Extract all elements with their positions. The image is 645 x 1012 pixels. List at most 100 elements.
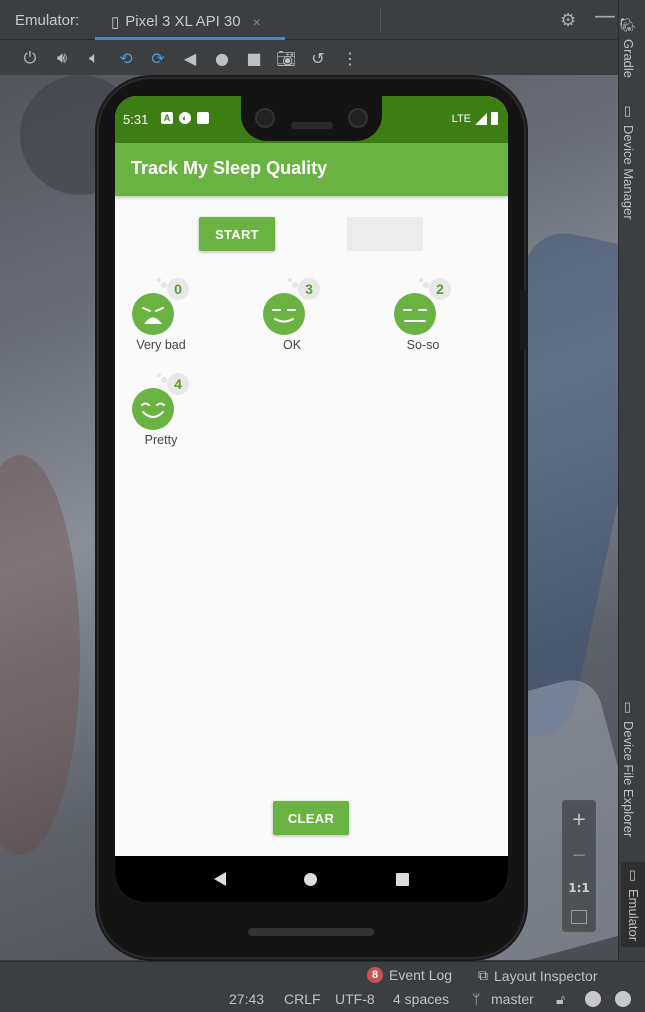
caret-position[interactable]: 27:43 bbox=[229, 991, 264, 1007]
phone-icon: ▯ bbox=[621, 104, 636, 119]
night-count-badge: 4 bbox=[167, 373, 189, 395]
phone-icon: ▯ bbox=[621, 700, 636, 715]
night-count-badge: 3 bbox=[298, 278, 320, 300]
face-very-bad-icon bbox=[132, 293, 174, 335]
back-icon[interactable]: ◀ bbox=[174, 44, 206, 72]
sad-feedback-icon[interactable] bbox=[615, 991, 631, 1007]
right-tool-strip: 🐘︎ Gradle ▯ Device Manager ▯ Device File… bbox=[618, 0, 645, 960]
layout-inspector-button[interactable]: ⧉ Layout Inspector bbox=[478, 967, 598, 984]
emulator-toolbar: ⏻ 🔊︎ 🔈︎ ⟲ ⟳ ◀ ● ■ 📷︎ ↺ ⋮ bbox=[0, 41, 618, 75]
app-bar: Track My Sleep Quality bbox=[115, 143, 508, 196]
emulator-panel-header: Emulator: ▯ Pixel 3 XL API 30 × ⚙ — bbox=[0, 0, 618, 40]
zoom-in-button[interactable]: + bbox=[571, 809, 586, 830]
status-notification-icons: A ◐ bbox=[161, 112, 209, 124]
layout-inspector-icon: ⧉ bbox=[478, 967, 488, 983]
sd-card-icon bbox=[197, 112, 209, 124]
notification-app-icon: ◐ bbox=[179, 112, 191, 124]
sleep-night-item[interactable]: 2 So-so bbox=[377, 278, 497, 358]
lock-icon[interactable]: 🔓︎ bbox=[556, 991, 565, 1008]
app-title: Track My Sleep Quality bbox=[131, 158, 328, 178]
snapshot-icon[interactable]: ↺ bbox=[302, 44, 334, 72]
tab-device[interactable]: ▯ Pixel 3 XL API 30 × bbox=[95, 6, 285, 40]
happy-feedback-icon[interactable] bbox=[585, 991, 601, 1007]
ide-status-bar: 27:43 CRLF UTF-8 4 spaces ᛘ master 🔓︎ bbox=[0, 988, 645, 1012]
nav-back-icon[interactable] bbox=[214, 872, 227, 886]
sleep-bubble bbox=[288, 278, 292, 282]
night-quality-label: Very bad bbox=[136, 338, 186, 352]
rotate-right-icon[interactable]: ⟳ bbox=[142, 44, 174, 72]
sleep-bubble bbox=[157, 278, 161, 282]
overview-icon[interactable]: ■ bbox=[238, 44, 270, 72]
status-system-icons: LTE bbox=[452, 112, 498, 125]
phone-side-button bbox=[520, 290, 526, 350]
zoom-fit-icon[interactable] bbox=[571, 909, 587, 924]
tab-close-icon[interactable]: × bbox=[253, 14, 261, 30]
nav-recents-icon[interactable] bbox=[395, 872, 409, 886]
indent-setting[interactable]: 4 spaces bbox=[393, 991, 449, 1007]
face-pretty-icon bbox=[132, 388, 174, 430]
night-count-badge: 0 bbox=[167, 278, 189, 300]
git-branch[interactable]: master bbox=[491, 991, 534, 1007]
rotate-left-icon[interactable]: ⟲ bbox=[110, 44, 142, 72]
clear-button[interactable]: CLEAR bbox=[273, 801, 349, 835]
event-log-button[interactable]: 8 Event Log bbox=[367, 967, 452, 983]
tool-emulator-label: Emulator bbox=[626, 889, 641, 942]
front-camera bbox=[348, 108, 368, 128]
event-count-badge: 8 bbox=[367, 967, 383, 983]
face-so-so-icon bbox=[394, 293, 436, 335]
background-shape bbox=[0, 455, 80, 855]
status-time: 5:31 bbox=[123, 112, 149, 127]
tool-device-file-explorer-label: Device File Explorer bbox=[621, 721, 636, 838]
signal-icon bbox=[475, 112, 487, 125]
panel-label: Emulator: bbox=[15, 12, 80, 29]
screenshot-icon[interactable]: 📷︎ bbox=[270, 44, 302, 72]
file-encoding[interactable]: UTF-8 bbox=[335, 991, 375, 1007]
zoom-out-button[interactable]: − bbox=[571, 845, 586, 866]
gear-icon[interactable]: ⚙ bbox=[560, 10, 576, 31]
system-nav-bar bbox=[115, 856, 508, 902]
sleep-night-item[interactable]: 4 Pretty bbox=[115, 373, 235, 453]
sleep-night-item[interactable]: 0 Very bad bbox=[115, 278, 235, 358]
device-icon: ▯ bbox=[111, 13, 120, 31]
event-log-label: Event Log bbox=[389, 967, 453, 983]
earpiece bbox=[291, 122, 333, 129]
battery-icon bbox=[491, 112, 498, 125]
more-icon[interactable]: ⋮ bbox=[334, 44, 366, 72]
minimize-icon[interactable]: — bbox=[594, 4, 616, 29]
notification-a-icon: A bbox=[161, 112, 173, 124]
tool-device-manager-label: Device Manager bbox=[621, 125, 636, 220]
sleep-bubble bbox=[157, 373, 161, 377]
night-quality-label: Pretty bbox=[144, 433, 178, 447]
tool-gradle-label: Gradle bbox=[621, 38, 636, 78]
tool-emulator[interactable]: ▯ Emulator bbox=[621, 862, 645, 948]
tab-separator bbox=[380, 8, 381, 32]
zoom-controls: + − 1:1 bbox=[562, 800, 596, 932]
status-bar: 5:31 A ◐ LTE bbox=[115, 96, 508, 143]
layout-inspector-label: Layout Inspector bbox=[494, 967, 598, 984]
elephant-icon: 🐘︎ bbox=[621, 16, 636, 33]
stop-button[interactable] bbox=[347, 217, 423, 251]
phone-screen: 5:31 A ◐ LTE Track My Sleep Quality STAR… bbox=[115, 96, 508, 902]
home-icon[interactable]: ● bbox=[206, 44, 238, 72]
face-ok-icon bbox=[263, 293, 305, 335]
tool-gradle[interactable]: 🐘︎ Gradle bbox=[621, 16, 636, 78]
front-camera bbox=[255, 108, 275, 128]
sleep-night-item[interactable]: 3 OK bbox=[246, 278, 366, 358]
tool-device-file-explorer[interactable]: ▯ Device File Explorer bbox=[621, 700, 636, 837]
emulator-icon: ▯ bbox=[626, 868, 641, 883]
tool-device-manager[interactable]: ▯ Device Manager bbox=[621, 104, 636, 220]
tool-window-bar: 8 Event Log ⧉ Layout Inspector bbox=[0, 961, 645, 988]
night-count-badge: 2 bbox=[429, 278, 451, 300]
power-icon[interactable]: ⏻ bbox=[14, 44, 46, 72]
zoom-actual-size-button[interactable]: 1:1 bbox=[568, 881, 590, 895]
nav-home-icon[interactable] bbox=[304, 872, 318, 886]
sleep-bubble bbox=[419, 278, 423, 282]
volume-down-icon[interactable]: 🔈︎ bbox=[78, 44, 110, 72]
start-button[interactable]: START bbox=[199, 217, 275, 251]
bottom-speaker bbox=[248, 928, 374, 936]
tab-device-label: Pixel 3 XL API 30 bbox=[125, 13, 241, 30]
line-ending[interactable]: CRLF bbox=[284, 991, 321, 1007]
branch-icon: ᛘ bbox=[472, 991, 481, 1007]
night-quality-label: OK bbox=[282, 338, 302, 352]
volume-up-icon[interactable]: 🔊︎ bbox=[46, 44, 78, 72]
